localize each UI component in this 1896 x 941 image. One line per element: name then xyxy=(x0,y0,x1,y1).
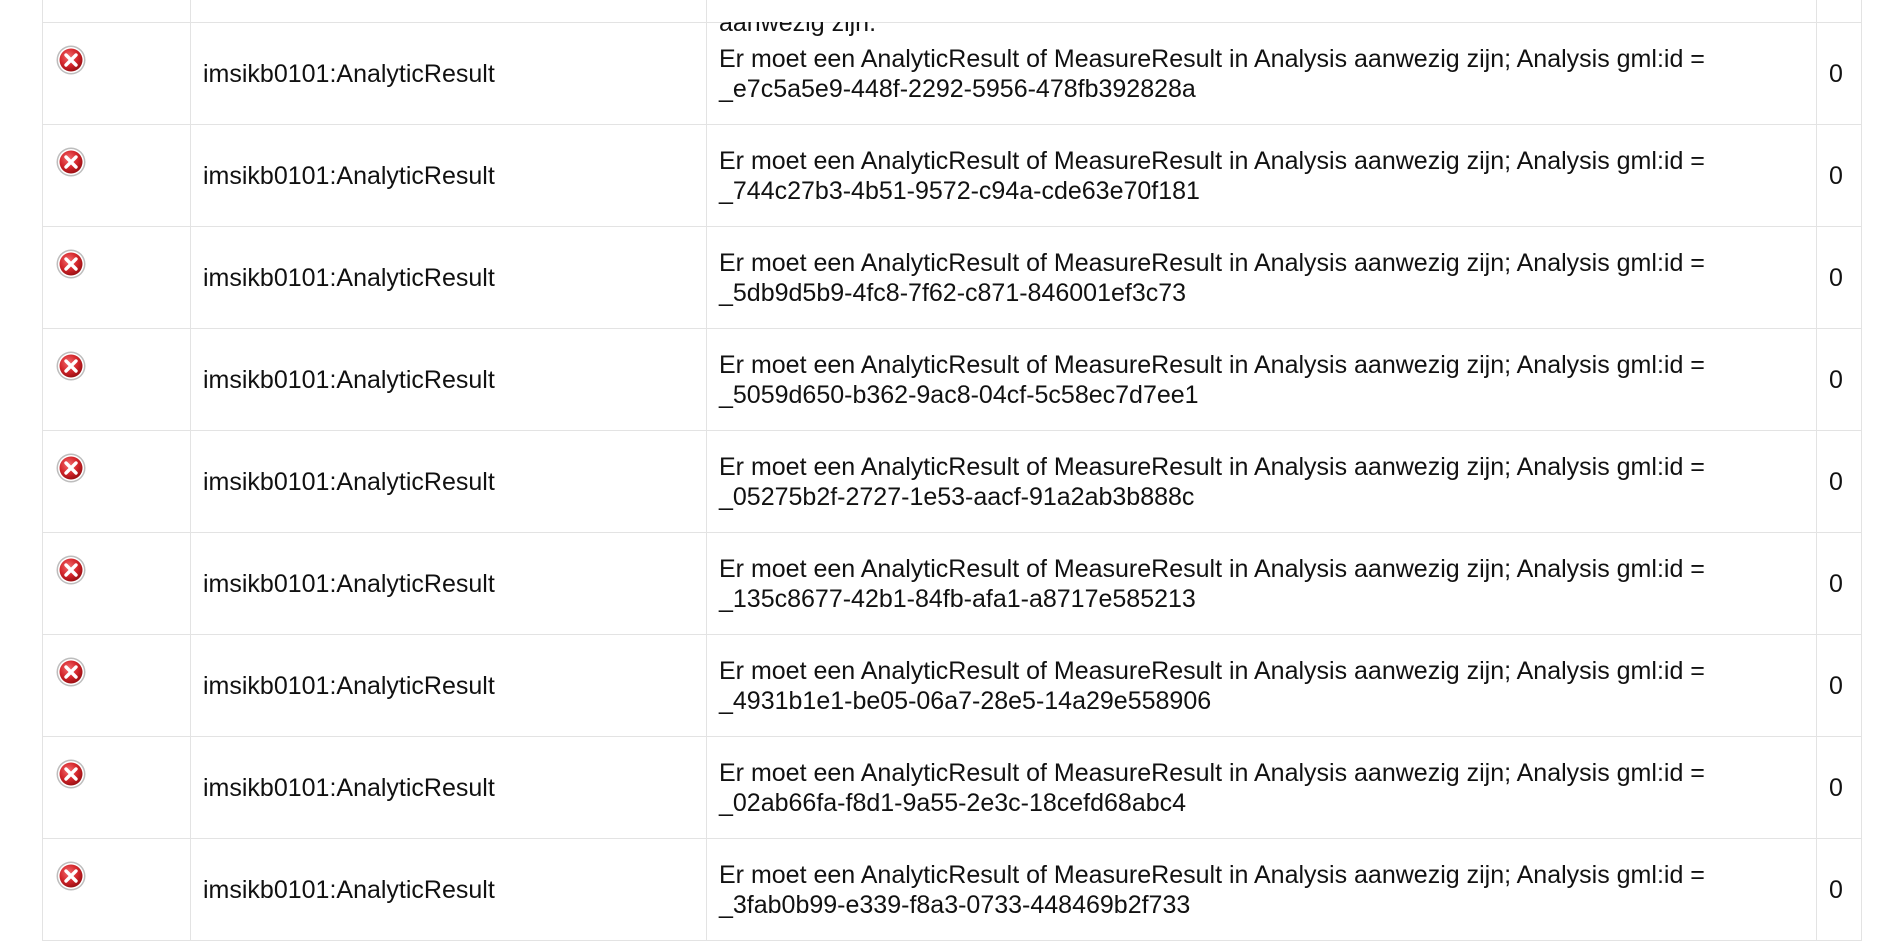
message-text-partial: aanwezig zijn. xyxy=(719,22,877,37)
name-cell xyxy=(190,0,707,23)
icon-cell xyxy=(42,328,191,431)
icon-cell xyxy=(42,226,191,329)
table-row: imsikb0101:AnalyticResult Er moet een An… xyxy=(42,22,1862,125)
error-icon xyxy=(56,861,86,891)
table-row: imsikb0101:AnalyticResult Er moet een An… xyxy=(42,736,1862,839)
table-row: imsikb0101:AnalyticResult Er moet een An… xyxy=(42,634,1862,737)
count-value: 0 xyxy=(1816,22,1862,125)
error-icon xyxy=(56,45,86,75)
message-text: Er moet een AnalyticResult of MeasureRes… xyxy=(706,124,1817,227)
message-text: Er moet een AnalyticResult of MeasureRes… xyxy=(706,532,1817,635)
message-text: Er moet een AnalyticResult of MeasureRes… xyxy=(706,736,1817,839)
icon-cell xyxy=(42,838,191,941)
message-text: Er moet een AnalyticResult of MeasureRes… xyxy=(706,634,1817,737)
rule-name: imsikb0101:AnalyticResult xyxy=(190,226,707,329)
count-value: 0 xyxy=(1816,430,1862,533)
icon-cell xyxy=(42,736,191,839)
count-value: 0 xyxy=(1816,736,1862,839)
error-icon xyxy=(56,147,86,177)
icon-cell xyxy=(42,430,191,533)
icon-cell xyxy=(42,124,191,227)
count-value: 0 xyxy=(1816,124,1862,227)
message-text: Er moet een AnalyticResult of MeasureRes… xyxy=(706,430,1817,533)
error-icon xyxy=(56,657,86,687)
message-text: Er moet een AnalyticResult of MeasureRes… xyxy=(706,328,1817,431)
rule-name: imsikb0101:AnalyticResult xyxy=(190,838,707,941)
table-row: imsikb0101:AnalyticResult Er moet een An… xyxy=(42,226,1862,329)
rule-name: imsikb0101:AnalyticResult xyxy=(190,124,707,227)
error-icon xyxy=(56,555,86,585)
rule-name: imsikb0101:AnalyticResult xyxy=(190,328,707,431)
error-icon xyxy=(56,351,86,381)
rule-name: imsikb0101:AnalyticResult xyxy=(190,532,707,635)
rule-name: imsikb0101:AnalyticResult xyxy=(190,634,707,737)
count-cell xyxy=(1816,0,1862,23)
table-row: imsikb0101:AnalyticResult Er moet een An… xyxy=(42,124,1862,227)
count-value: 0 xyxy=(1816,838,1862,941)
icon-cell xyxy=(42,634,191,737)
table-row: imsikb0101:AnalyticResult Er moet een An… xyxy=(42,430,1862,533)
count-value: 0 xyxy=(1816,532,1862,635)
icon-cell xyxy=(42,0,191,23)
message-text: Er moet een AnalyticResult of MeasureRes… xyxy=(706,226,1817,329)
rule-name: imsikb0101:AnalyticResult xyxy=(190,22,707,125)
validation-results-table: aanwezig zijn. imsikb0101:AnalyticResult… xyxy=(42,0,1862,941)
table-row: imsikb0101:AnalyticResult Er moet een An… xyxy=(42,838,1862,941)
error-icon xyxy=(56,453,86,483)
count-value: 0 xyxy=(1816,328,1862,431)
error-icon xyxy=(56,249,86,279)
error-icon xyxy=(56,759,86,789)
table-row: imsikb0101:AnalyticResult Er moet een An… xyxy=(42,328,1862,431)
icon-cell xyxy=(42,22,191,125)
count-value: 0 xyxy=(1816,634,1862,737)
rule-name: imsikb0101:AnalyticResult xyxy=(190,430,707,533)
table-row: imsikb0101:AnalyticResult Er moet een An… xyxy=(42,532,1862,635)
count-value: 0 xyxy=(1816,226,1862,329)
table-row-partial: aanwezig zijn. xyxy=(42,0,1862,37)
validation-results-body: aanwezig zijn. imsikb0101:AnalyticResult… xyxy=(42,0,1862,941)
validation-results-table-wrap: aanwezig zijn. imsikb0101:AnalyticResult… xyxy=(42,0,1862,941)
message-text: Er moet een AnalyticResult of MeasureRes… xyxy=(706,838,1817,941)
message-cell: aanwezig zijn. xyxy=(706,0,1817,37)
rule-name: imsikb0101:AnalyticResult xyxy=(190,736,707,839)
icon-cell xyxy=(42,532,191,635)
